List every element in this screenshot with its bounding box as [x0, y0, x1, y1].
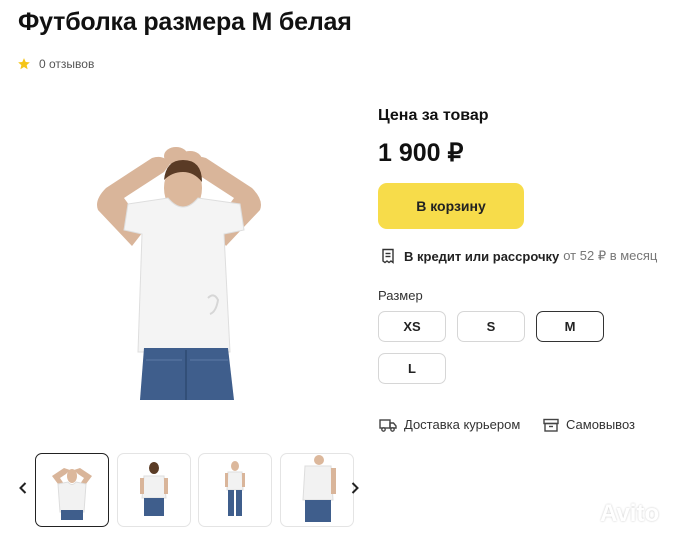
rating-row[interactable]: 0 отзывов [17, 57, 94, 71]
avito-logo-icon [568, 504, 593, 524]
price-value: 1 900 ₽ [378, 139, 464, 167]
delivery-pickup[interactable]: Самовывоз [543, 417, 635, 432]
thumbnail-4[interactable] [280, 453, 354, 527]
thumbnail-1[interactable] [35, 453, 109, 527]
thumbnail-image [140, 462, 168, 516]
size-option-xs[interactable]: XS [378, 311, 446, 342]
truck-icon [379, 418, 397, 432]
add-to-cart-button[interactable]: В корзину [378, 183, 524, 229]
size-label: Размер [378, 288, 423, 303]
size-option-l[interactable]: L [378, 353, 446, 384]
star-icon [18, 58, 30, 70]
credit-monthly: от 52 ₽ в месяц [563, 248, 658, 263]
size-option-s[interactable]: S [457, 311, 525, 342]
thumbnail-image [52, 468, 92, 520]
watermark-text: Avito [600, 500, 660, 527]
thumbnail-2[interactable] [117, 453, 191, 527]
box-icon [543, 418, 559, 432]
delivery-courier-label[interactable]: Доставка курьером [404, 417, 520, 432]
delivery-pickup-label[interactable]: Самовывоз [566, 417, 635, 432]
credit-label[interactable]: В кредит или рассрочку [404, 249, 559, 264]
price-label: Цена за товар [378, 107, 489, 124]
chevron-right-icon[interactable] [348, 480, 362, 496]
thumbnail-3[interactable] [198, 453, 272, 527]
product-main-image[interactable] [84, 138, 274, 400]
credit-row[interactable]: В кредит или рассрочку от 52 ₽ в месяц [380, 248, 657, 264]
thumbnail-image [225, 461, 245, 516]
avito-watermark: Avito [566, 500, 659, 528]
size-option-m[interactable]: M [536, 311, 604, 342]
chevron-left-icon[interactable] [16, 480, 30, 496]
reviews-count[interactable]: 0 отзывов [39, 57, 94, 71]
receipt-icon [382, 248, 394, 264]
thumbnail-image [302, 455, 336, 522]
delivery-courier[interactable]: Доставка курьером [379, 417, 520, 432]
product-title: Футболка размера М белая [18, 8, 352, 36]
